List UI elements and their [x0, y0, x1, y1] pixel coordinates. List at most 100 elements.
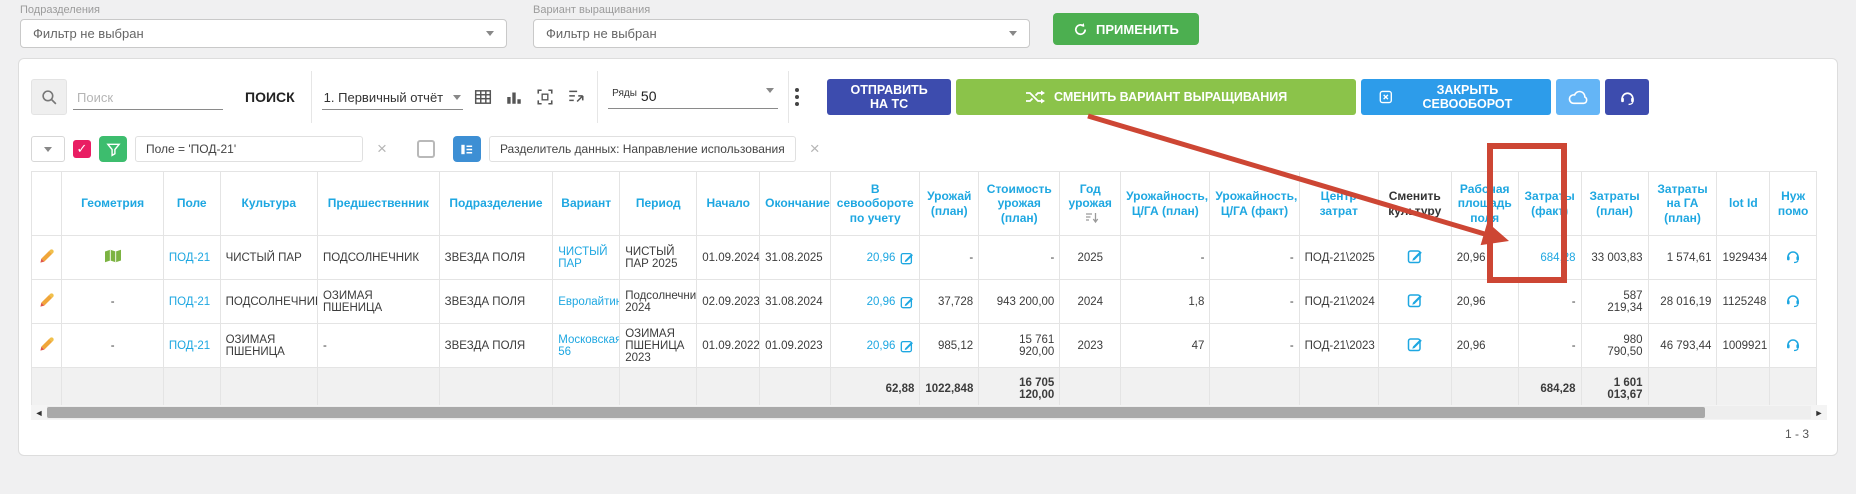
filter-funnel-button[interactable]: [99, 136, 127, 162]
header-field[interactable]: Поле: [163, 172, 220, 236]
header-costs-per-ha[interactable]: Затраты на ГА (план): [1648, 172, 1717, 236]
edit-square-icon[interactable]: [900, 339, 914, 353]
scrollbar-track[interactable]: [47, 406, 1811, 419]
search-submit-label[interactable]: ПОИСК: [245, 89, 295, 105]
header-variant[interactable]: Вариант: [553, 172, 620, 236]
cloud-sync-button[interactable]: [1556, 79, 1600, 115]
field-link[interactable]: ПОД-21: [163, 236, 220, 280]
costs-fact-cell: -: [1518, 324, 1581, 368]
change-variant-button[interactable]: СМЕНИТЬ ВАРИАНТ ВЫРАЩИВАНИЯ: [956, 79, 1356, 115]
header-change-culture[interactable]: Сменить культуру: [1378, 172, 1451, 236]
header-lot-id[interactable]: lot Id: [1717, 172, 1770, 236]
header-period[interactable]: Период: [620, 172, 697, 236]
search-icon-button[interactable]: [31, 79, 67, 115]
header-subdivision[interactable]: Подразделение: [439, 172, 553, 236]
report-type-select[interactable]: 1. Первичный отчёт: [322, 84, 463, 110]
in-rotation-cell: 20,96: [831, 236, 920, 280]
rows-per-page-select[interactable]: Ряды 50: [608, 86, 778, 109]
field-link[interactable]: ПОД-21: [163, 280, 220, 324]
scrollbar-thumb[interactable]: [47, 407, 1705, 418]
need-help-button[interactable]: [1770, 280, 1817, 324]
scroll-left-icon[interactable]: ◄: [31, 408, 47, 418]
header-work-area[interactable]: Рабочая площадь поля: [1451, 172, 1518, 236]
more-options-kebab-icon[interactable]: [795, 88, 799, 106]
variant-link-text: ЧИСТЫЙ ПАР: [558, 246, 607, 270]
variant-link[interactable]: ЧИСТЫЙ ПАР: [553, 236, 620, 280]
end-cell: 01.09.2023: [760, 324, 831, 368]
header-geometry[interactable]: Геометрия: [62, 172, 163, 236]
header-in-rotation[interactable]: В севообороте по учету: [831, 172, 920, 236]
data-separator-chip[interactable]: Разделитель данных: Направление использо…: [489, 136, 796, 162]
header-harvest-year-label: Год урожая: [1069, 182, 1112, 210]
edit-row-button[interactable]: [32, 280, 62, 324]
header-yield-plan[interactable]: Урожайность, Ц/ГА (план): [1121, 172, 1210, 236]
change-culture-button[interactable]: [1378, 236, 1451, 280]
need-help-button[interactable]: [1770, 236, 1817, 280]
subdivisions-select[interactable]: Фильтр не выбран: [20, 19, 507, 48]
growing-variant-select[interactable]: Фильтр не выбран: [533, 19, 1030, 48]
chevron-down-icon: [486, 31, 494, 36]
lot-id-cell: 1009921: [1717, 324, 1770, 368]
list-indent-icon: [459, 142, 474, 157]
costs-per-ha-cell: 46 793,44: [1648, 324, 1717, 368]
export-icon[interactable]: [565, 86, 587, 108]
edit-row-button[interactable]: [32, 324, 62, 368]
lot-id-cell: 1929434: [1717, 236, 1770, 280]
data-separator-button[interactable]: [453, 136, 481, 162]
need-help-button[interactable]: [1770, 324, 1817, 368]
shuffle-icon: [1025, 89, 1045, 105]
header-need-help[interactable]: Нуж помо: [1770, 172, 1817, 236]
costs-fact-link[interactable]: 684,28: [1540, 252, 1575, 264]
separator-enabled-checkbox[interactable]: [417, 140, 435, 158]
predecessor-cell: ПОДСОЛНЕЧНИК: [317, 236, 439, 280]
header-culture[interactable]: Культура: [220, 172, 317, 236]
header-cost-center[interactable]: Центр затрат: [1299, 172, 1378, 236]
search-input[interactable]: [73, 84, 223, 110]
header-costs-plan[interactable]: Затраты (план): [1581, 172, 1648, 236]
header-harvest-plan[interactable]: Урожай (план): [920, 172, 979, 236]
header-costs-fact[interactable]: Затраты (факт): [1518, 172, 1581, 236]
field-link[interactable]: ПОД-21: [163, 324, 220, 368]
edit-square-icon[interactable]: [900, 295, 914, 309]
apply-button[interactable]: ПРИМЕНИТЬ: [1053, 13, 1199, 45]
header-yield-fact[interactable]: Урожайность, Ц/ГА (факт): [1210, 172, 1299, 236]
in-rotation-value[interactable]: 20,96: [867, 296, 896, 308]
field-filter-chip[interactable]: Поле = 'ПОД-21': [135, 136, 363, 162]
header-harvest-year[interactable]: Год урожая: [1060, 172, 1121, 236]
in-rotation-value[interactable]: 20,96: [867, 252, 896, 264]
change-culture-button[interactable]: [1378, 280, 1451, 324]
horizontal-scrollbar: ◄ ►: [31, 405, 1827, 420]
remove-field-filter-icon[interactable]: ×: [371, 139, 393, 159]
edit-row-button[interactable]: [32, 236, 62, 280]
edit-square-icon[interactable]: [900, 251, 914, 265]
change-culture-button[interactable]: [1378, 324, 1451, 368]
subdivisions-label: Подразделения: [20, 4, 507, 16]
table-view-icon[interactable]: [472, 86, 494, 108]
sort-icon[interactable]: [1085, 212, 1099, 224]
scroll-right-icon[interactable]: ►: [1811, 408, 1827, 418]
variant-link[interactable]: Евролайтинг: [553, 280, 620, 324]
end-cell: 31.08.2025: [760, 236, 831, 280]
in-rotation-value[interactable]: 20,96: [867, 340, 896, 352]
period-cell: ЧИСТЫЙ ПАР 2025: [620, 236, 697, 280]
totals-row: 62,88 1022,848 16 705 120,00 684,28 1 60…: [32, 368, 1817, 410]
close-rotation-button[interactable]: ЗАКРЫТЬ СЕВООБОРОТ: [1361, 79, 1551, 115]
costs-per-ha-cell: 1 574,61: [1648, 236, 1717, 280]
filter-enabled-checkbox[interactable]: ✓: [73, 140, 91, 158]
send-to-tc-button[interactable]: ОТПРАВИТЬ НА ТС: [827, 79, 951, 115]
header-predecessor[interactable]: Предшественник: [317, 172, 439, 236]
chart-view-icon[interactable]: [503, 86, 525, 108]
year-cell: 2023: [1060, 324, 1121, 368]
header-harvest-cost-plan[interactable]: Стоимость урожая (план): [979, 172, 1060, 236]
geometry-cell[interactable]: [62, 236, 163, 280]
harvest-plan-cell: -: [920, 236, 979, 280]
support-button[interactable]: [1605, 79, 1649, 115]
remove-separator-icon[interactable]: ×: [804, 139, 826, 159]
header-start[interactable]: Начало: [697, 172, 760, 236]
data-separator-text: Разделитель данных: Направление использо…: [500, 142, 785, 156]
focus-selection-icon[interactable]: [534, 86, 556, 108]
filter-menu-dropdown[interactable]: [31, 136, 65, 162]
chevron-down-icon: [453, 95, 461, 100]
header-end[interactable]: Окончание: [760, 172, 831, 236]
variant-link[interactable]: Московская 56: [553, 324, 620, 368]
